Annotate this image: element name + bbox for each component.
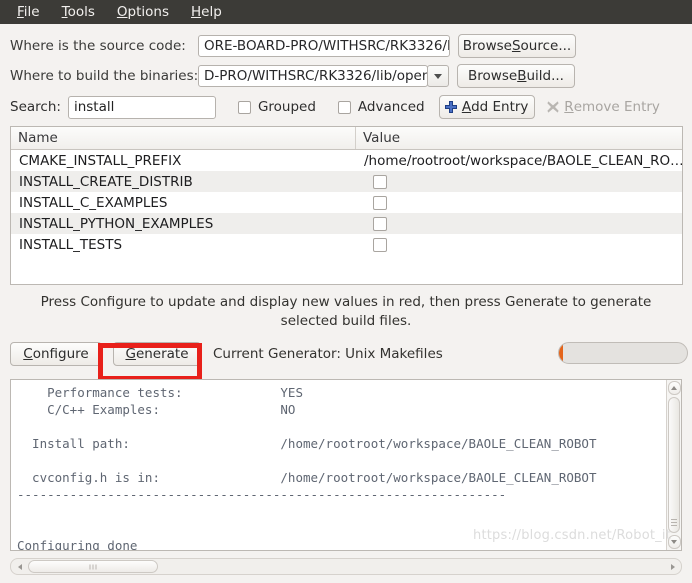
table-row[interactable]: INSTALL_TESTS <box>11 234 682 255</box>
grouped-checkbox[interactable] <box>237 100 251 114</box>
menu-bar: File Tools Options Help <box>0 0 692 24</box>
configure-label: onfigure <box>32 346 89 362</box>
cache-entry-value[interactable] <box>356 216 682 231</box>
menu-file-accel: F <box>17 3 24 20</box>
grouped-checkbox-row[interactable]: Grouped <box>237 99 316 115</box>
browse-build-button[interactable]: Browse Build... <box>457 64 575 88</box>
build-path-row: Where to build the binaries: D-PRO/WITHS… <box>10 61 688 91</box>
menu-file-label: ile <box>23 3 40 20</box>
menu-item-file[interactable]: File <box>8 2 49 23</box>
cache-entry-checkbox[interactable] <box>373 195 387 210</box>
browse-source-accel: S <box>511 38 521 54</box>
menu-item-help[interactable]: Help <box>182 2 231 23</box>
cache-entry-name: INSTALL_PYTHON_EXAMPLES <box>19 215 214 232</box>
advanced-checkbox-row[interactable]: Advanced <box>337 99 425 115</box>
horizontal-scrollbar-thumb[interactable] <box>28 560 158 573</box>
table-header-row: Name Value <box>11 127 682 150</box>
close-icon <box>547 101 559 113</box>
menu-options-accel: O <box>116 3 128 20</box>
cache-entry-value[interactable] <box>356 195 682 210</box>
column-header-name[interactable]: Name <box>11 127 356 149</box>
action-bar: Configure Generate Current Generator: Un… <box>0 340 692 381</box>
current-generator-text: Current Generator: Unix Makefiles <box>213 346 443 362</box>
browse-build-post: uild... <box>526 68 564 84</box>
configure-button[interactable]: Configure <box>10 342 102 366</box>
browse-source-pre: Browse <box>462 38 512 54</box>
advanced-checkbox[interactable] <box>337 100 351 114</box>
configure-accel: C <box>23 346 33 362</box>
search-row: Search: install Grouped Advanced Add Ent… <box>0 91 692 122</box>
generate-button[interactable]: Generate <box>113 342 201 366</box>
cache-entry-checkbox[interactable] <box>373 216 387 231</box>
browse-source-button[interactable]: Browse Source... <box>458 34 576 58</box>
table-row[interactable]: INSTALL_CREATE_DISTRIB <box>11 171 682 192</box>
cache-entries-table[interactable]: Name Value CMAKE_INSTALL_PREFIX /home/ro… <box>10 126 683 285</box>
vertical-scrollbar-thumb[interactable] <box>668 397 680 533</box>
cache-entry-name: CMAKE_INSTALL_PREFIX <box>19 152 182 169</box>
generate-label: enerate <box>135 346 189 362</box>
menu-help-label: elp <box>201 3 222 20</box>
generate-accel: G <box>125 346 136 362</box>
chevron-down-icon[interactable] <box>427 65 449 87</box>
remove-entry-button[interactable]: Remove Entry <box>542 95 665 119</box>
table-row[interactable]: INSTALL_PYTHON_EXAMPLES <box>11 213 682 234</box>
scroll-left-icon[interactable] <box>12 560 27 573</box>
cmake-gui-window: File Tools Options Help Where is the sou… <box>0 0 692 583</box>
watermark-text: https://blog.csdn.net/Robot_it <box>473 528 671 543</box>
console-vertical-scrollbar[interactable] <box>666 380 681 550</box>
console-text: Performance tests: YES C/C++ Examples: N… <box>17 385 597 550</box>
source-path-input[interactable]: ORE-BOARD-PRO/WITHSRC/RK3326/lib/opencv-… <box>198 35 450 57</box>
paths-section: Where is the source code: ORE-BOARD-PRO/… <box>0 24 692 91</box>
add-entry-post: dd Entry <box>471 99 529 115</box>
grouped-label: Grouped <box>257 99 316 115</box>
remove-entry-accel: R <box>564 99 574 115</box>
browse-build-accel: B <box>517 68 527 84</box>
search-input[interactable]: install <box>67 95 216 119</box>
build-path-input[interactable]: D-PRO/WITHSRC/RK3326/lib/opencv-2.4.9/bu… <box>198 65 428 87</box>
menu-help-accel: H <box>190 3 202 20</box>
progress-bar <box>558 342 688 364</box>
table-row[interactable]: INSTALL_C_EXAMPLES <box>11 192 682 213</box>
progress-bar-fill <box>559 343 563 363</box>
cache-entry-name: INSTALL_C_EXAMPLES <box>19 194 168 211</box>
browse-build-pre: Browse <box>468 68 518 84</box>
add-entry-accel: A <box>461 99 472 115</box>
scroll-up-icon[interactable] <box>667 381 681 395</box>
cache-entry-value[interactable]: /home/rootroot/workspace/BAOLE_CLEAN_RO… <box>356 153 682 169</box>
menu-item-options[interactable]: Options <box>108 2 178 23</box>
cache-entry-checkbox[interactable] <box>373 174 387 189</box>
scroll-right-icon[interactable] <box>665 560 680 573</box>
cache-entry-name: INSTALL_TESTS <box>19 236 123 253</box>
search-label: Search: <box>10 99 61 115</box>
table-row[interactable]: CMAKE_INSTALL_PREFIX /home/rootroot/work… <box>11 150 682 171</box>
cache-entry-checkbox[interactable] <box>373 237 387 252</box>
cache-entry-value[interactable] <box>356 237 682 252</box>
browse-source-post: ource... <box>520 38 572 54</box>
add-entry-button[interactable]: Add Entry <box>438 95 535 119</box>
source-path-label: Where is the source code: <box>10 38 186 54</box>
horizontal-scrollbar[interactable] <box>10 558 682 575</box>
cache-entry-name: INSTALL_CREATE_DISTRIB <box>19 173 193 190</box>
cache-entry-value[interactable] <box>356 174 682 189</box>
column-header-value[interactable]: Value <box>356 127 682 149</box>
plus-icon <box>444 101 457 113</box>
source-path-row: Where is the source code: ORE-BOARD-PRO/… <box>10 31 688 61</box>
output-console[interactable]: Performance tests: YES C/C++ Examples: N… <box>10 379 682 551</box>
build-path-label: Where to build the binaries: <box>10 68 199 84</box>
advanced-label: Advanced <box>357 99 425 115</box>
menu-tools-label: ools <box>67 3 95 20</box>
menu-options-label: ptions <box>127 3 169 20</box>
remove-entry-post: emove Entry <box>573 99 660 115</box>
instruction-text: Press Configure to update and display ne… <box>40 294 652 329</box>
menu-item-tools[interactable]: Tools <box>53 2 104 23</box>
